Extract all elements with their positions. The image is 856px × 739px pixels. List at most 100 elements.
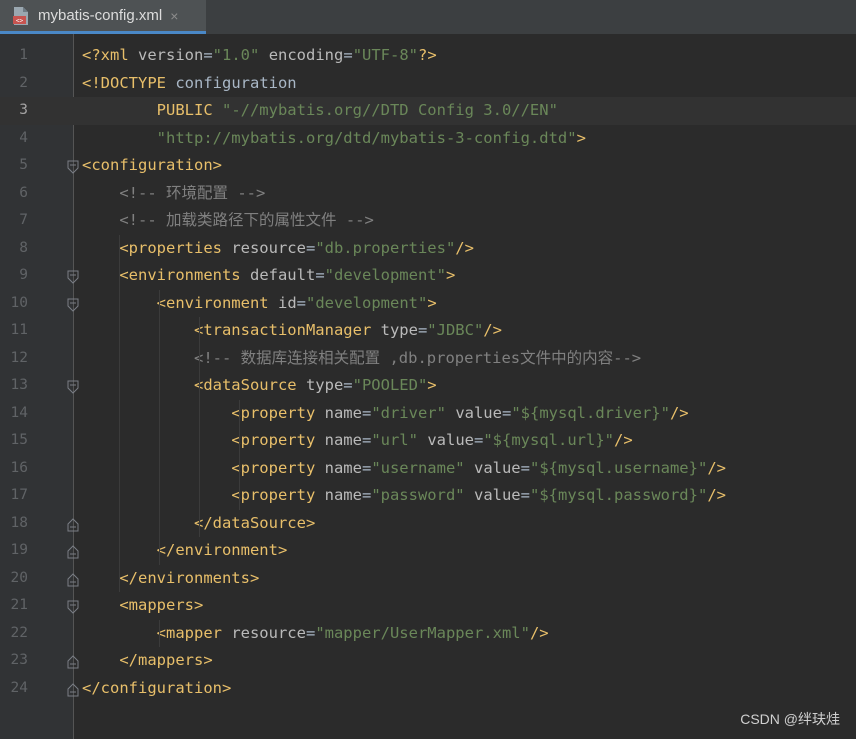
token-tag: > [576,128,586,147]
code-line[interactable]: <configuration> [82,152,222,180]
token-val: "development" [324,266,446,285]
token-tag: <transactionManager [193,321,381,340]
token-tag: </configuration> [82,678,232,697]
tab-title: mybatis-config.xml [38,7,163,24]
code-line[interactable]: <transactionManager type="JDBC"/> [82,317,502,345]
token-tag: </mappers> [119,651,213,670]
line-number: 2 [19,74,28,91]
code-line[interactable]: <environment id="development"> [82,290,437,318]
code-line[interactable]: </mappers> [82,647,213,675]
token-tag: /> [707,486,726,505]
code-line[interactable]: </environments> [82,565,259,593]
line-number: 16 [10,459,28,476]
code-line[interactable]: <property name="username" value="${mysql… [82,455,726,483]
token-attr: resource [231,238,306,257]
token-tag: <property [231,486,325,505]
fold-collapse-icon[interactable] [67,599,79,614]
fold-end-icon[interactable] [67,682,79,697]
line-number: 12 [10,349,28,366]
line-number: 9 [19,267,28,284]
token-tag: <dataSource [193,376,306,395]
code-line[interactable]: <environments default="development"> [82,262,455,290]
token-attr: type [305,376,344,395]
watermark: CSDN @绊玞烓 [740,711,840,727]
token-attr: name [324,486,362,505]
line-number: 24 [10,679,28,696]
token-tag: <environment [156,293,278,312]
token-tag: > [427,376,437,395]
code-line[interactable]: <properties resource="db.properties"/> [82,235,474,263]
line-number: 6 [19,184,28,201]
code-line[interactable]: <!-- 数据库连接相关配置 ,db.properties文件中的内容--> [82,345,641,373]
token-tag: /> [614,431,633,450]
token-plain: = [520,486,530,505]
token-val: "${mysql.url}" [483,431,614,450]
token-val: "1.0" [212,46,260,65]
token-comment: <!-- 加载类路径下的属性文件 --> [119,211,374,230]
token-tag: <mappers> [119,596,204,615]
code-line[interactable]: <mappers> [82,592,203,620]
svg-text:<>: <> [16,17,24,24]
editor-tab-bar: <> mybatis-config.xml × [0,0,856,35]
line-number: 17 [10,487,28,504]
close-icon[interactable]: × [170,8,178,24]
line-number: 21 [10,597,28,614]
indent-guide [199,317,200,537]
token-val: "password" [371,486,465,505]
code-line[interactable]: "http://mybatis.org/dtd/mybatis-3-config… [82,125,586,153]
fold-collapse-icon[interactable] [67,159,79,174]
code-line[interactable]: <mapper resource="mapper/UserMapper.xml"… [82,620,549,648]
indent-guide [159,289,160,565]
token-plain: = [343,376,353,395]
code-line[interactable]: <property name="password" value="${mysql… [82,482,726,510]
token-tag: <property [231,458,325,477]
code-line[interactable]: <property name="url" value="${mysql.url}… [82,427,633,455]
code-line[interactable]: PUBLIC "-//mybatis.org//DTD Config 3.0//… [82,97,558,125]
token-tag: </dataSource> [193,513,316,532]
code-line[interactable]: <!-- 环境配置 --> [82,180,265,208]
fold-collapse-icon[interactable] [67,297,79,312]
fold-end-icon[interactable] [67,654,79,669]
code-line[interactable]: <dataSource type="POOLED"> [82,372,437,400]
token-plain: = [305,623,316,642]
token-attr: name [324,403,362,422]
code-line[interactable]: </environment> [82,537,288,565]
token-plain: = [315,266,325,285]
code-line[interactable]: <!DOCTYPE configuration [82,70,297,98]
code-line[interactable]: <?xml version="1.0" encoding="UTF-8"?> [82,42,437,70]
token-plain: configuration [175,73,297,92]
token-tag: > [445,266,456,285]
tab-mybatis-config[interactable]: <> mybatis-config.xml × [0,0,206,34]
token-tag: /> [455,238,474,257]
token-attr: value [473,486,521,505]
token-val: "UTF-8" [352,46,419,65]
code-line[interactable]: <!-- 加载类路径下的属性文件 --> [82,207,374,235]
fold-end-icon[interactable] [67,517,79,532]
token-plain: = [361,458,372,477]
token-tag: <properties [119,238,232,257]
fold-end-icon[interactable] [67,572,79,587]
token-attr: default [249,266,316,285]
token-tag: PUBLIC [156,101,222,120]
token-tag: > [427,293,437,312]
code-line[interactable]: </configuration> [82,675,231,703]
fold-collapse-icon[interactable] [67,269,79,284]
token-comment: <!-- 环境配置 --> [119,183,266,202]
token-val: "development" [306,293,428,312]
indent-guide [119,234,120,592]
fold-collapse-icon[interactable] [67,379,79,394]
fold-end-icon[interactable] [67,544,79,559]
indent-guide [159,619,160,647]
code-line[interactable]: <property name="driver" value="${mysql.d… [82,400,688,428]
token-plain: = [361,403,372,422]
